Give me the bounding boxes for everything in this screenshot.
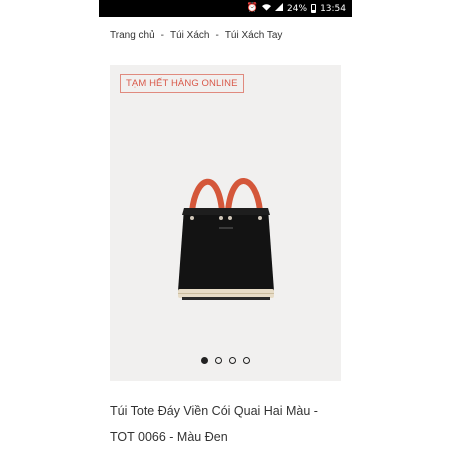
- battery-percent: 24%: [287, 3, 308, 14]
- product-title-line-2: TOT 0066 - Màu Đen: [110, 430, 228, 444]
- carousel-dot[interactable]: [215, 357, 222, 364]
- breadcrumb: Trang chủ - Túi Xách - Túi Xách Tay: [110, 30, 282, 41]
- phone-screen: ⏰ 24% 13:54 Trang chủ - Túi Xách - Túi X…: [99, 0, 352, 450]
- black-tote-bag-image[interactable]: [110, 65, 341, 381]
- out-of-stock-badge: TẠM HẾT HÀNG ONLINE: [120, 74, 244, 93]
- status-time: 13:54: [320, 3, 346, 14]
- battery-icon: [311, 4, 317, 13]
- alarm-icon: ⏰: [246, 3, 259, 13]
- carousel-dot[interactable]: [243, 357, 250, 364]
- breadcrumb-handbags[interactable]: Túi Xách Tay: [225, 30, 283, 41]
- breadcrumb-separator: -: [160, 30, 164, 41]
- breadcrumb-bags[interactable]: Túi Xách: [170, 30, 209, 41]
- signal-icon: [275, 3, 284, 14]
- product-title: Túi Tote Đáy Viền Cói Quai Hai Màu - TOT…: [110, 398, 345, 450]
- carousel-dot[interactable]: [201, 357, 208, 364]
- carousel-dots: [110, 357, 341, 364]
- product-title-line-1: Túi Tote Đáy Viền Cói Quai Hai Màu -: [110, 404, 318, 418]
- product-gallery[interactable]: TẠM HẾT HÀNG ONLINE: [110, 65, 341, 381]
- breadcrumb-home[interactable]: Trang chủ: [110, 30, 155, 41]
- wifi-icon: [262, 3, 272, 14]
- breadcrumb-separator: -: [215, 30, 219, 41]
- carousel-dot[interactable]: [229, 357, 236, 364]
- status-bar: ⏰ 24% 13:54: [99, 0, 352, 17]
